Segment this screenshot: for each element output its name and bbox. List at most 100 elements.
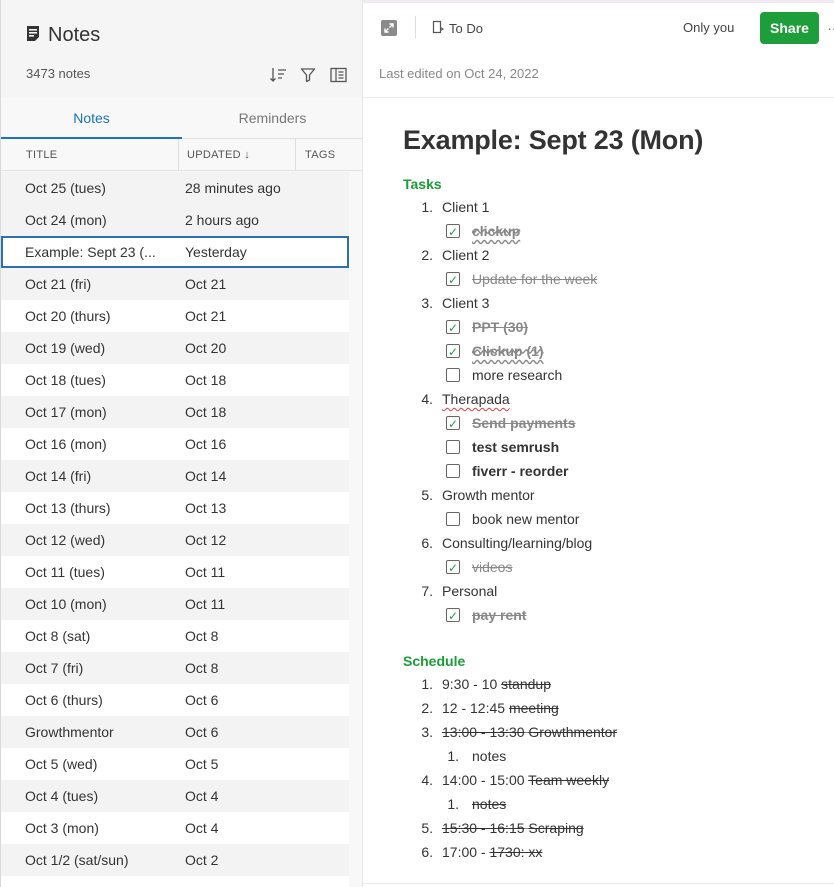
- task-text[interactable]: Client 2: [442, 243, 489, 267]
- checklist-item[interactable]: videos: [403, 555, 834, 580]
- note-body[interactable]: Example: Sept 23 (Mon) Tasks 1. Client 1c…: [403, 120, 834, 864]
- checkbox-checked[interactable]: [446, 340, 460, 364]
- note-list-row[interactable]: Oct 24 (mon) 2 hours ago: [1, 204, 349, 236]
- checklist-label[interactable]: test semrush: [472, 435, 559, 459]
- task-item[interactable]: 5. Growth mentor: [403, 483, 834, 507]
- task-text[interactable]: Growth mentor: [442, 483, 535, 507]
- tab-notes[interactable]: Notes: [1, 98, 182, 139]
- sidebar-scrollbar-track[interactable]: [349, 172, 362, 887]
- task-text[interactable]: Therapada: [442, 387, 510, 411]
- note-list-row[interactable]: Growthmentor Oct 6: [1, 716, 349, 748]
- checklist-item[interactable]: book new mentor: [403, 507, 834, 531]
- checklist-item[interactable]: pay rent: [403, 603, 834, 628]
- task-text[interactable]: Client 1: [442, 195, 489, 219]
- schedule-text[interactable]: 9:30 - 10 standup: [442, 672, 551, 696]
- schedule-subitem[interactable]: 1. notes: [403, 744, 834, 768]
- column-title[interactable]: TITLE: [26, 139, 57, 171]
- task-item[interactable]: 7. Personal: [403, 579, 834, 603]
- note-list-row[interactable]: Oct 20 (thurs) Oct 21: [1, 300, 349, 332]
- checklist-label[interactable]: videos: [472, 555, 512, 579]
- checklist-item[interactable]: Send payments: [403, 411, 834, 436]
- checkbox-unchecked[interactable]: [446, 464, 460, 478]
- tab-reminders[interactable]: Reminders: [182, 98, 362, 138]
- task-text[interactable]: Consulting/learning/blog: [442, 531, 592, 555]
- filter-icon[interactable]: [299, 66, 317, 84]
- checklist-item[interactable]: Update for the week: [403, 267, 834, 292]
- checklist-item[interactable]: PPT (30): [403, 315, 834, 340]
- note-list-row[interactable]: Sept 30 (fri) Sept 30: [1, 876, 349, 887]
- checkbox-checked[interactable]: [446, 316, 460, 340]
- note-list-row[interactable]: Oct 16 (mon) Oct 16: [1, 428, 349, 460]
- schedule-item[interactable]: 6. 17:00 - 1730: xx: [403, 840, 834, 864]
- note-list-row[interactable]: Oct 7 (fri) Oct 8: [1, 652, 349, 684]
- note-list-row[interactable]: Oct 17 (mon) Oct 18: [1, 396, 349, 428]
- expand-icon[interactable]: [380, 19, 398, 37]
- note-list-row[interactable]: Oct 14 (fri) Oct 14: [1, 460, 349, 492]
- note-title[interactable]: Example: Sept 23 (Mon): [403, 120, 834, 160]
- checkbox-checked[interactable]: [446, 412, 460, 436]
- note-list-row[interactable]: Oct 1/2 (sat/sun) Oct 2: [1, 844, 349, 876]
- checklist-label[interactable]: PPT (30): [472, 315, 528, 339]
- notebook-selector[interactable]: To Do: [432, 20, 483, 37]
- column-tags[interactable]: TAGS: [295, 139, 335, 171]
- schedule-subitem[interactable]: 1. notes: [403, 792, 834, 816]
- share-scope[interactable]: Only you: [683, 20, 734, 35]
- checklist-label[interactable]: pay rent: [472, 603, 526, 627]
- schedule-item[interactable]: 4. 14:00 - 15:00 Team weekly: [403, 768, 834, 792]
- checkbox-checked[interactable]: [446, 556, 460, 580]
- share-button[interactable]: Share: [760, 12, 819, 44]
- checklist-item[interactable]: fiverr - reorder: [403, 459, 834, 483]
- schedule-item[interactable]: 5. 15:30 - 16:15 Scraping: [403, 816, 834, 840]
- task-text[interactable]: Personal: [442, 579, 497, 603]
- checkbox-checked[interactable]: [446, 604, 460, 628]
- schedule-text[interactable]: 15:30 - 16:15 Scraping: [442, 816, 584, 840]
- task-item[interactable]: 4. Therapada: [403, 387, 834, 411]
- schedule-item[interactable]: 1. 9:30 - 10 standup: [403, 672, 834, 696]
- note-list-row[interactable]: Oct 19 (wed) Oct 20: [1, 332, 349, 364]
- note-list-row[interactable]: Oct 8 (sat) Oct 8: [1, 620, 349, 652]
- checklist-label[interactable]: clickup: [472, 219, 520, 243]
- schedule-text[interactable]: 13:00 - 13:30 Growthmentor: [442, 720, 617, 744]
- schedule-item[interactable]: 2. 12 - 12:45 meeting: [403, 696, 834, 720]
- task-item[interactable]: 6. Consulting/learning/blog: [403, 531, 834, 555]
- checklist-item[interactable]: test semrush: [403, 435, 834, 459]
- note-list-row[interactable]: Oct 18 (tues) Oct 18: [1, 364, 349, 396]
- note-list-row[interactable]: Oct 11 (tues) Oct 11: [1, 556, 349, 588]
- checklist-label[interactable]: more research: [472, 363, 562, 387]
- checklist-item[interactable]: Clickup (1): [403, 339, 834, 364]
- schedule-item[interactable]: 3. 13:00 - 13:30 Growthmentor: [403, 720, 834, 744]
- task-item[interactable]: 2. Client 2: [403, 243, 834, 267]
- schedule-text[interactable]: 14:00 - 15:00 Team weekly: [442, 768, 609, 792]
- checklist-label[interactable]: fiverr - reorder: [472, 459, 568, 483]
- schedule-text[interactable]: 17:00 - 1730: xx: [442, 840, 542, 864]
- schedule-subtext[interactable]: notes: [472, 744, 506, 768]
- view-options-icon[interactable]: [329, 66, 347, 84]
- note-list-row[interactable]: Oct 13 (thurs) Oct 13: [1, 492, 349, 524]
- note-list-row[interactable]: Oct 6 (thurs) Oct 6: [1, 684, 349, 716]
- task-text[interactable]: Client 3: [442, 291, 489, 315]
- checklist-label[interactable]: Update for the week: [472, 267, 597, 291]
- checkbox-unchecked[interactable]: [446, 440, 460, 454]
- checklist-label[interactable]: Send payments: [472, 411, 575, 435]
- checklist-item[interactable]: clickup: [403, 219, 834, 244]
- note-list-row[interactable]: Oct 4 (tues) Oct 4: [1, 780, 349, 812]
- checkbox-unchecked[interactable]: [446, 368, 460, 382]
- checkbox-checked[interactable]: [446, 268, 460, 292]
- schedule-subtext[interactable]: notes: [472, 792, 506, 816]
- checklist-label[interactable]: book new mentor: [472, 507, 579, 531]
- note-list-row[interactable]: Oct 12 (wed) Oct 12: [1, 524, 349, 556]
- checklist-item[interactable]: more research: [403, 363, 834, 387]
- sort-icon[interactable]: [269, 66, 287, 84]
- note-list-row[interactable]: Oct 5 (wed) Oct 5: [1, 748, 349, 780]
- note-list-row[interactable]: Example: Sept 23 (... Yesterday: [1, 236, 349, 268]
- checkbox-unchecked[interactable]: [446, 512, 460, 526]
- note-list-row[interactable]: Oct 21 (fri) Oct 21: [1, 268, 349, 300]
- checklist-label[interactable]: Clickup (1): [472, 339, 544, 363]
- note-list-row[interactable]: Oct 3 (mon) Oct 4: [1, 812, 349, 844]
- more-options-icon[interactable]: …: [827, 17, 834, 33]
- note-list-row[interactable]: Oct 10 (mon) Oct 11: [1, 588, 349, 620]
- column-updated[interactable]: UPDATED ↓: [178, 139, 250, 171]
- task-item[interactable]: 1. Client 1: [403, 195, 834, 219]
- checkbox-checked[interactable]: [446, 220, 460, 244]
- schedule-text[interactable]: 12 - 12:45 meeting: [442, 696, 559, 720]
